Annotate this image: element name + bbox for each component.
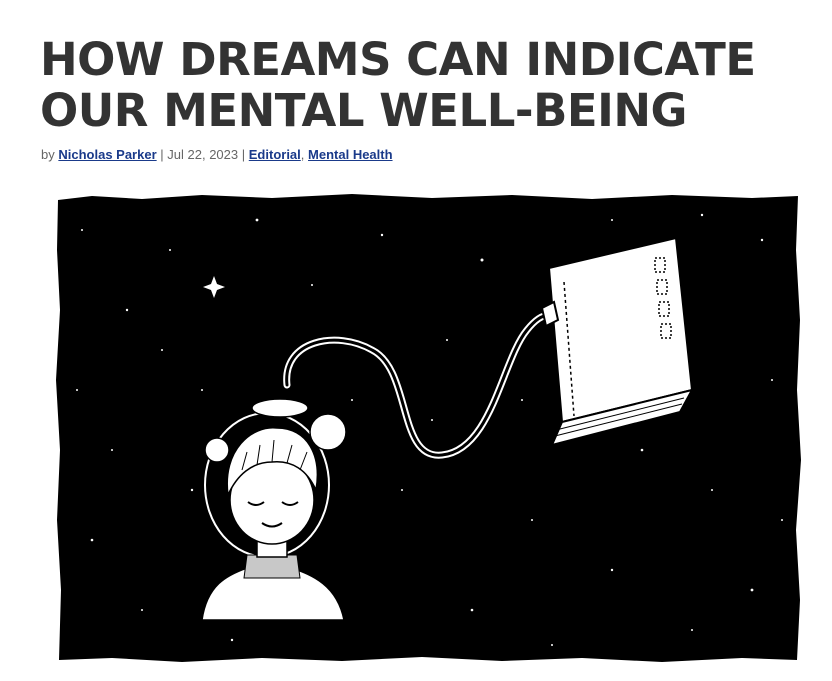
title-line-1: HOW DREAMS CAN INDICATE xyxy=(40,33,756,86)
meta-separator: | xyxy=(160,147,164,162)
post-date: Jul 22, 2023 xyxy=(167,147,239,162)
title-line-2: OUR MENTAL WELL-BEING xyxy=(40,84,687,137)
category-link-editorial[interactable]: Editorial xyxy=(249,147,301,162)
space-background xyxy=(56,194,801,662)
meta-separator: | xyxy=(241,147,246,162)
article-title: HOW DREAMS CAN INDICATE OUR MENTAL WELL-… xyxy=(40,34,800,136)
helmet-device xyxy=(251,398,309,418)
post-meta: by Nicholas Parker | Jul 22, 2023 | Edit… xyxy=(41,147,393,162)
category-link-mental-health[interactable]: Mental Health xyxy=(308,147,393,162)
author-link[interactable]: Nicholas Parker xyxy=(58,147,156,162)
featured-illustration xyxy=(56,194,801,662)
category-comma: , xyxy=(300,147,305,162)
floating-book xyxy=(540,236,694,447)
byline-prefix: by xyxy=(41,147,55,162)
